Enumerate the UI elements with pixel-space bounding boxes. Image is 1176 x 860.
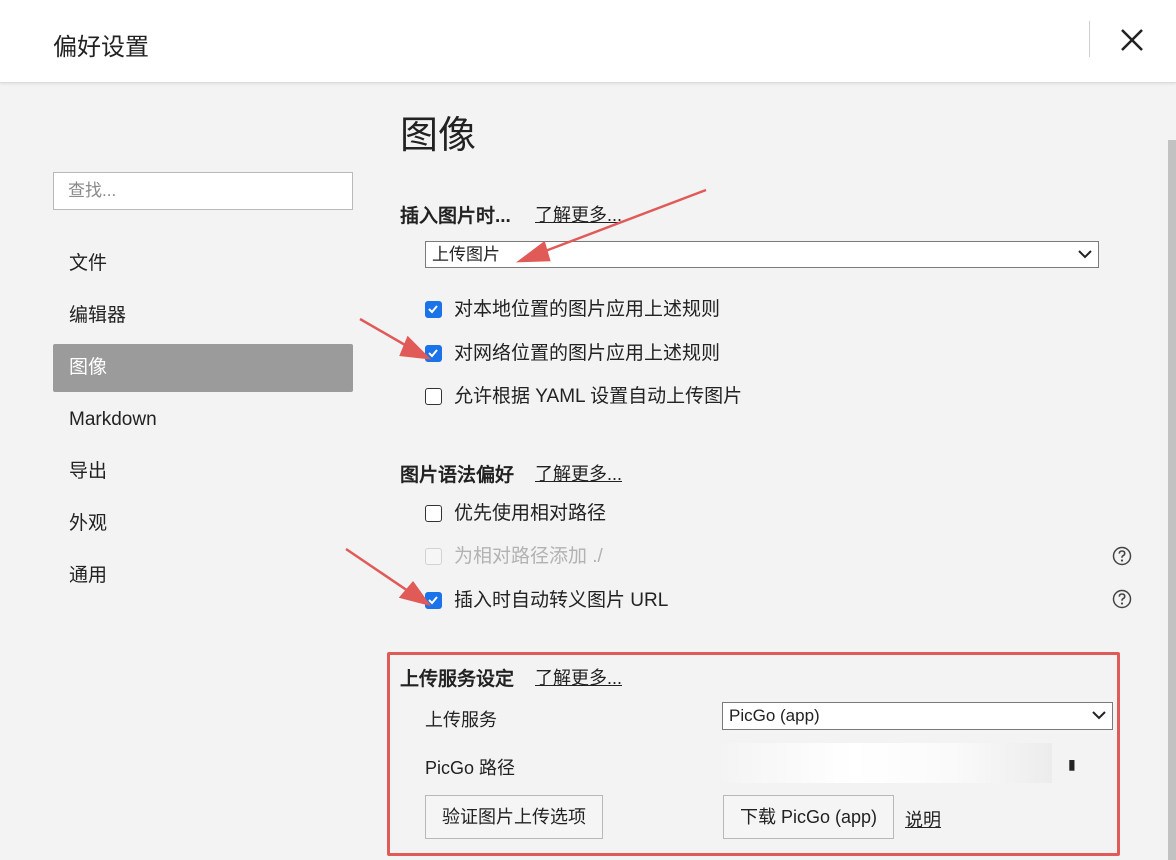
picgo-path-input[interactable] xyxy=(722,743,1052,783)
scrollbar[interactable] xyxy=(1168,140,1176,860)
sidebar-item-image[interactable]: 图像 xyxy=(53,344,353,392)
picgo-path-label: PicGo 路径 xyxy=(425,758,516,778)
browse-path-icon[interactable]: ▮ xyxy=(1068,757,1082,771)
sidebar-item-appearance[interactable]: 外观 xyxy=(53,500,353,548)
close-button[interactable] xyxy=(1112,22,1152,58)
insert-learn-more-link[interactable]: 了解更多... xyxy=(535,201,622,227)
checkbox-unchecked-icon[interactable] xyxy=(425,388,442,405)
insert-action-value: 上传图片 xyxy=(432,245,500,264)
annotation-arrow-2 xyxy=(359,317,413,351)
sidebar-item-general[interactable]: 通用 xyxy=(53,552,353,600)
checkbox-label: 优先使用相对路径 xyxy=(454,503,607,524)
checkbox-checked-icon[interactable] xyxy=(425,301,442,318)
sidebar-item-editor[interactable]: 编辑器 xyxy=(53,292,353,340)
window-title: 偏好设置 xyxy=(53,34,149,61)
syntax-section-title: 图片语法偏好 xyxy=(400,465,515,486)
help-icon[interactable] xyxy=(1112,546,1132,566)
annotation-arrowhead-3 xyxy=(398,580,432,607)
close-icon xyxy=(1121,29,1143,51)
verify-upload-button[interactable]: 验证图片上传选项 xyxy=(425,795,603,839)
upload-learn-more-link[interactable]: 了解更多... xyxy=(535,664,622,690)
download-picgo-button[interactable]: 下载 PicGo (app) xyxy=(723,795,894,839)
help-icon[interactable] xyxy=(1112,589,1132,609)
help-link[interactable]: 说明 xyxy=(905,806,941,832)
annotation-arrow-3 xyxy=(345,547,412,595)
checkbox-disabled-icon xyxy=(425,548,442,565)
title-bar: 偏好设置 xyxy=(0,0,1176,83)
annotation-arrowhead-2 xyxy=(399,335,432,360)
checkbox-unchecked-icon[interactable] xyxy=(425,505,442,522)
sidebar-item-export[interactable]: 导出 xyxy=(53,448,353,496)
title-bar-divider xyxy=(1089,21,1090,57)
upload-service-value: PicGo (app) xyxy=(729,706,820,725)
chevron-down-icon xyxy=(1078,250,1092,259)
sidebar-item-file[interactable]: 文件 xyxy=(53,240,353,288)
syntax-learn-more-link[interactable]: 了解更多... xyxy=(535,460,622,486)
upload-service-label: 上传服务 xyxy=(425,710,497,730)
checkbox-label: 插入时自动转义图片 URL xyxy=(454,590,669,611)
upload-section-title: 上传服务设定 xyxy=(400,669,515,690)
checkbox-checked-icon[interactable] xyxy=(425,345,442,362)
checkbox-label: 对本地位置的图片应用上述规则 xyxy=(454,299,721,320)
checkbox-label: 允许根据 YAML 设置自动上传图片 xyxy=(454,386,743,407)
sidebar-item-markdown[interactable]: Markdown xyxy=(53,396,353,444)
upload-service-select[interactable]: PicGo (app) xyxy=(722,702,1113,730)
page-title: 图像 xyxy=(400,115,477,157)
insert-action-select[interactable]: 上传图片 xyxy=(425,241,1099,268)
checkbox-label: 为相对路径添加 ./ xyxy=(454,546,603,567)
checkbox-checked-icon[interactable] xyxy=(425,592,442,609)
chevron-down-icon xyxy=(1092,711,1106,720)
search-input[interactable] xyxy=(53,172,353,210)
insert-section-title: 插入图片时... xyxy=(400,206,511,227)
checkbox-label: 对网络位置的图片应用上述规则 xyxy=(454,343,721,364)
